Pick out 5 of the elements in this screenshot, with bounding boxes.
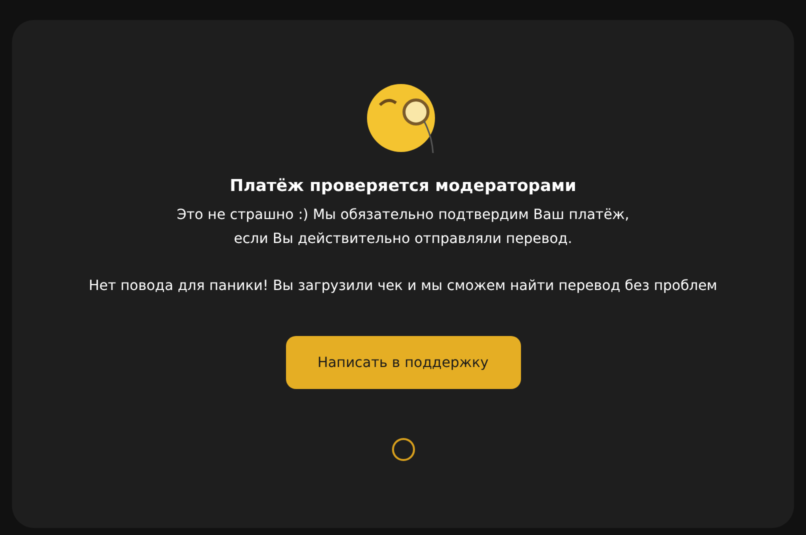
message-text: Это не страшно :) Мы обязательно подтвердим Ваш платёж, если Вы действительно отправляли перевод. (176, 206, 630, 249)
support-button[interactable]: Написать в поддержку (286, 336, 520, 389)
message-text: Нет повода для паники! Вы загрузили чек и мы сможем найти перевод без проблем (88, 277, 718, 296)
dialog-title: Платёж проверяется модераторами (230, 176, 576, 195)
spinner-icon (392, 438, 414, 461)
